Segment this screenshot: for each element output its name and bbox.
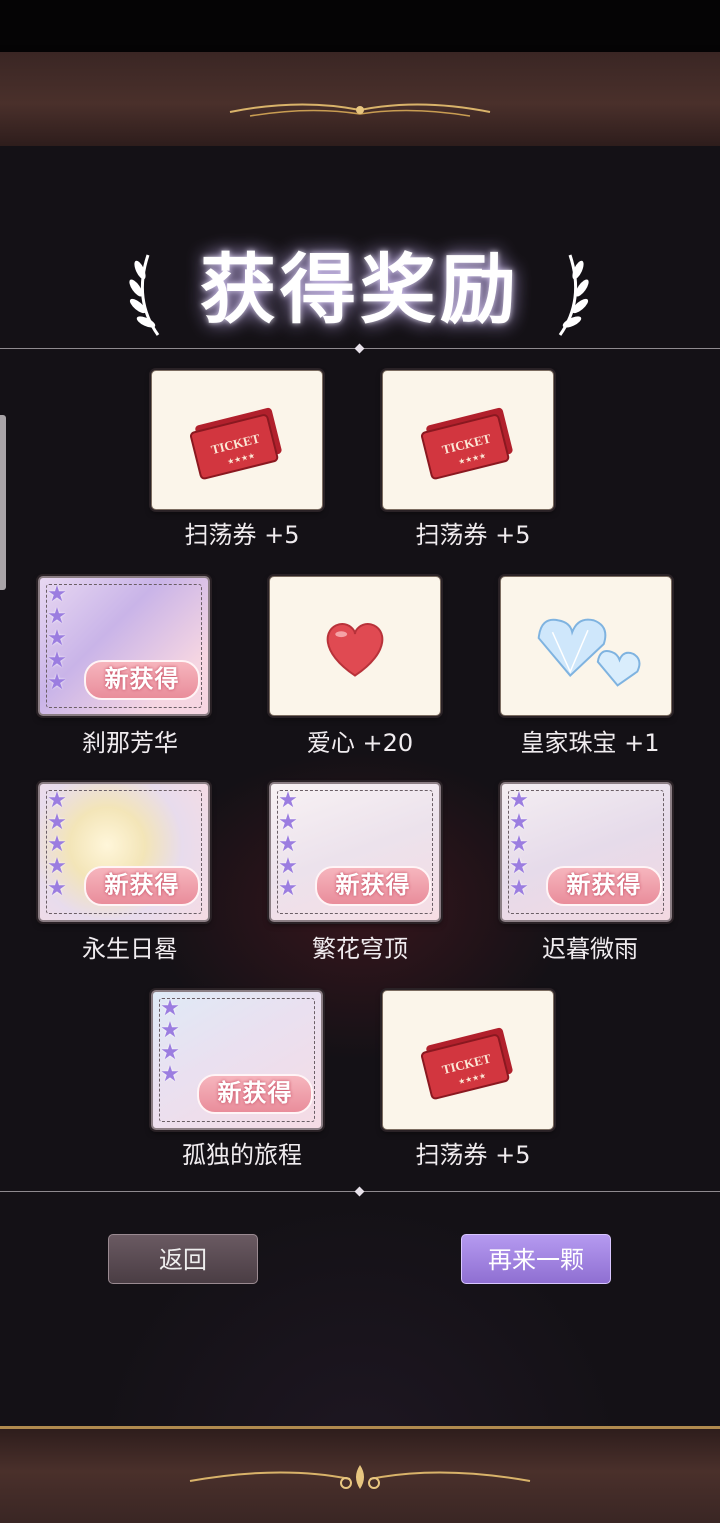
star-icon: ★: [278, 876, 298, 901]
reward-label-9: 孤独的旅程: [182, 1141, 302, 1169]
ticket-icon: TICKET ★★★★: [420, 407, 513, 480]
gold-scroll-ornament: [229, 103, 491, 117]
reward-card-outfit-3[interactable]: ★ ★ ★ ★ ★ 新获得: [269, 782, 441, 922]
star-icon: ★: [160, 1018, 180, 1043]
reward-card-ticket-1[interactable]: TICKET ★★★★: [151, 370, 323, 510]
star-icon: ★: [47, 582, 67, 607]
star-icon: ★: [47, 670, 67, 695]
star-icon: ★: [160, 1040, 180, 1065]
reward-label-7: 繁花穹顶: [312, 935, 408, 963]
star-icon: ★: [509, 788, 529, 813]
reward-card-outfit-5[interactable]: ★ ★ ★ ★ 新获得: [151, 990, 323, 1130]
page-title: 获得奖励: [200, 245, 520, 334]
ticket-icon: TICKET ★★★★: [420, 1027, 513, 1100]
reward-label-3: 刹那芳华: [82, 729, 178, 757]
status-bar: [0, 0, 720, 52]
reward-label-5: 皇家珠宝 +1: [520, 729, 660, 757]
reward-label-6: 永生日晷: [82, 935, 178, 963]
new-badge: 新获得: [315, 866, 431, 906]
reward-card-outfit-2[interactable]: ★ ★ ★ ★ ★ 新获得: [38, 782, 210, 922]
bottom-ornate-frame: [0, 1426, 720, 1523]
reward-label-10: 扫荡券 +5: [415, 1141, 531, 1169]
reward-label-4: 爱心 +20: [306, 729, 414, 757]
reward-card-ticket-3[interactable]: TICKET ★★★★: [382, 990, 554, 1130]
reward-label-1: 扫荡券 +5: [184, 521, 300, 549]
star-icon: ★: [47, 832, 67, 857]
star-icon: ★: [278, 854, 298, 879]
heart-icon: [326, 623, 384, 677]
star-icon: ★: [160, 996, 180, 1021]
star-icon: ★: [509, 832, 529, 857]
reward-card-outfit-4[interactable]: ★ ★ ★ ★ ★ 新获得: [500, 782, 672, 922]
reward-card-outfit-1[interactable]: ★ ★ ★ ★ ★ 新获得: [38, 576, 210, 716]
back-button[interactable]: 返回: [108, 1234, 258, 1284]
new-badge: 新获得: [84, 866, 200, 906]
star-rating: ★ ★ ★ ★ ★: [508, 790, 538, 900]
reward-label-2: 扫荡券 +5: [415, 521, 531, 549]
jewel-icon: [537, 618, 641, 687]
top-ornate-frame: [0, 52, 720, 149]
new-badge: 新获得: [546, 866, 662, 906]
gold-fleur-ornament: [189, 1465, 531, 1489]
star-icon: ★: [47, 788, 67, 813]
star-rating: ★ ★ ★ ★ ★: [46, 584, 76, 694]
new-badge: 新获得: [197, 1074, 313, 1114]
star-icon: ★: [47, 604, 67, 629]
star-icon: ★: [47, 810, 67, 835]
draw-again-button[interactable]: 再来一颗: [461, 1234, 611, 1284]
reward-card-heart[interactable]: [269, 576, 441, 716]
star-icon: ★: [509, 854, 529, 879]
star-icon: ★: [160, 1062, 180, 1087]
reward-label-8: 迟暮微雨: [542, 935, 638, 963]
reward-title-wrap: 获得奖励: [0, 240, 720, 340]
star-rating: ★ ★ ★ ★: [159, 998, 189, 1086]
reward-card-jewel[interactable]: [500, 576, 672, 716]
side-handle[interactable]: [0, 415, 6, 590]
star-icon: ★: [509, 810, 529, 835]
star-rating: ★ ★ ★ ★ ★: [277, 790, 307, 900]
star-icon: ★: [47, 626, 67, 651]
reward-card-ticket-2[interactable]: TICKET ★★★★: [382, 370, 554, 510]
ticket-icon: TICKET ★★★★: [189, 407, 282, 480]
star-icon: ★: [509, 876, 529, 901]
star-icon: ★: [47, 876, 67, 901]
star-icon: ★: [47, 648, 67, 673]
new-badge: 新获得: [84, 660, 200, 700]
star-icon: ★: [47, 854, 67, 879]
star-icon: ★: [278, 832, 298, 857]
star-icon: ★: [278, 788, 298, 813]
star-rating: ★ ★ ★ ★ ★: [46, 790, 76, 900]
star-icon: ★: [278, 810, 298, 835]
